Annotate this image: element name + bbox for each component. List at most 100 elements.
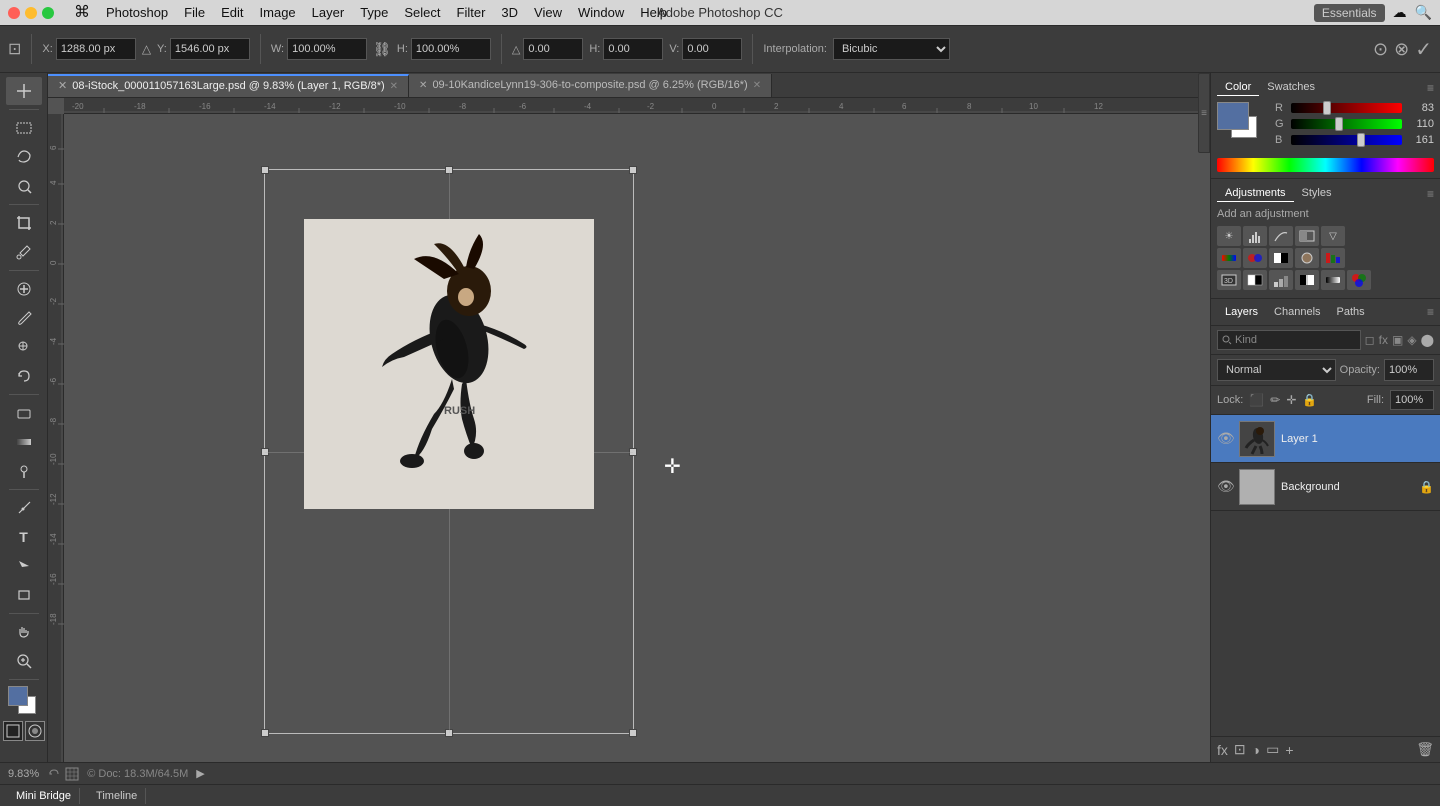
layer-adj-icon[interactable]: ◈ (1407, 333, 1416, 347)
menu-3d[interactable]: 3D (493, 0, 526, 25)
adj-collorlookup[interactable]: 3D (1217, 270, 1241, 290)
y-input[interactable] (170, 38, 250, 60)
adj-curves[interactable] (1269, 226, 1293, 246)
layer-fx-icon[interactable]: fx (1379, 333, 1388, 347)
zoom-tool[interactable] (6, 647, 42, 675)
g-slider-thumb[interactable] (1335, 117, 1343, 131)
adj-exposure[interactable] (1295, 226, 1319, 246)
tab-adjustments[interactable]: Adjustments (1217, 185, 1294, 202)
quickmask-mode[interactable] (25, 721, 45, 741)
play-button[interactable]: ▶ (196, 767, 204, 780)
move-tool[interactable] (6, 77, 42, 105)
panel-collapse-handle[interactable]: ≡ (1198, 73, 1210, 153)
adj-vibrance[interactable]: ▽ (1321, 226, 1345, 246)
dodge-tool[interactable] (6, 457, 42, 485)
menu-photoshop[interactable]: Photoshop (98, 0, 176, 25)
h-input[interactable] (411, 38, 491, 60)
gradient-tool[interactable] (6, 428, 42, 456)
standard-mode[interactable] (3, 721, 23, 741)
pen-tool[interactable] (6, 494, 42, 522)
adj-invert[interactable] (1243, 270, 1267, 290)
adj-threshold[interactable] (1295, 270, 1319, 290)
handle-bl[interactable] (261, 729, 269, 737)
minimize-button[interactable] (25, 7, 37, 19)
w-input[interactable] (287, 38, 367, 60)
menu-type[interactable]: Type (352, 0, 396, 25)
layer1-visibility-icon[interactable]: 👁 (1217, 430, 1233, 447)
commit-transform-icon[interactable]: ✓ (1415, 37, 1432, 62)
new-group-button[interactable]: ▭ (1266, 741, 1279, 758)
foreground-color[interactable] (8, 686, 28, 706)
tab-color[interactable]: Color (1217, 79, 1259, 96)
tab-styles[interactable]: Styles (1294, 185, 1340, 202)
tab-mini-bridge[interactable]: Mini Bridge (8, 788, 80, 804)
layer-item-layer1[interactable]: 👁 Layer 1 (1211, 415, 1440, 463)
maximize-button[interactable] (42, 7, 54, 19)
skewv-input[interactable] (682, 38, 742, 60)
spectrum-bar[interactable] (1217, 158, 1434, 172)
menu-edit[interactable]: Edit (213, 0, 251, 25)
menu-window[interactable]: Window (570, 0, 632, 25)
apple-menu[interactable]: ⌘ (66, 0, 98, 25)
link-icon[interactable]: ⛓ (373, 41, 391, 58)
layer-mask-icon[interactable]: ▣ (1392, 333, 1403, 347)
lock-all-icon[interactable]: 🔒 (1302, 393, 1317, 407)
tab-channels[interactable]: Channels (1266, 303, 1328, 321)
tab-layers[interactable]: Layers (1217, 303, 1266, 321)
b-slider-thumb[interactable] (1357, 133, 1365, 147)
tab-2[interactable]: ✕ 09-10KandiceLynn19-306-to-composite.ps… (409, 74, 772, 97)
window-controls[interactable] (8, 7, 54, 19)
menu-file[interactable]: File (176, 0, 213, 25)
eraser-tool[interactable] (6, 399, 42, 427)
layer-item-background[interactable]: 👁 Background 🔒 (1211, 463, 1440, 511)
history-brush-tool[interactable] (6, 362, 42, 390)
crop-tool[interactable] (6, 209, 42, 237)
quick-select-tool[interactable] (6, 172, 42, 200)
rotation-input[interactable] (523, 38, 583, 60)
layers-panel-options-icon[interactable]: ≡ (1427, 305, 1434, 319)
lock-position-icon[interactable]: ✛ (1286, 393, 1296, 407)
marquee-tool[interactable] (6, 114, 42, 142)
brush-tool[interactable] (6, 304, 42, 332)
canvas-area[interactable]: ✕ 08-iStock_000011057163Large.psd @ 9.83… (48, 73, 1210, 762)
text-tool[interactable]: T (6, 523, 42, 551)
menu-image[interactable]: Image (252, 0, 304, 25)
blend-mode-select[interactable]: Normal Multiply Screen Overlay (1217, 359, 1336, 381)
menu-layer[interactable]: Layer (304, 0, 353, 25)
tab-1[interactable]: ✕ 08-iStock_000011057163Large.psd @ 9.83… (48, 74, 409, 97)
lasso-tool[interactable] (6, 143, 42, 171)
lock-transparent-icon[interactable]: ⬛ (1249, 393, 1264, 407)
menu-filter[interactable]: Filter (449, 0, 494, 25)
adj-layer-button[interactable]: ◑ (1252, 742, 1260, 758)
cancel-transform-icon[interactable]: ⊗ (1394, 39, 1409, 60)
adj-hsl[interactable] (1217, 248, 1241, 268)
eyedropper-tool[interactable] (6, 238, 42, 266)
delete-layer-button[interactable]: 🗑 (1416, 741, 1434, 758)
adj-levels[interactable] (1243, 226, 1267, 246)
canvas-viewport[interactable]: RUSH ✛ (64, 114, 1210, 762)
adj-photofilter[interactable] (1295, 248, 1319, 268)
layer-search[interactable]: Kind (1217, 330, 1361, 350)
search-icon[interactable]: 🔍 (1415, 4, 1432, 21)
r-slider-thumb[interactable] (1323, 101, 1331, 115)
adj-panel-options-icon[interactable]: ≡ (1427, 187, 1434, 201)
x-input[interactable] (56, 38, 136, 60)
menu-view[interactable]: View (526, 0, 570, 25)
add-mask-button[interactable]: ⊡ (1234, 741, 1246, 758)
handle-tl[interactable] (261, 166, 269, 174)
handle-tr[interactable] (629, 166, 637, 174)
adj-gradientmap[interactable] (1321, 270, 1345, 290)
tab-close-2[interactable]: ✕ (753, 74, 761, 97)
layer-type-icon[interactable]: ◻ (1365, 333, 1375, 347)
handle-br[interactable] (629, 729, 637, 737)
skewh-input[interactable] (603, 38, 663, 60)
adj-posterize[interactable] (1269, 270, 1293, 290)
essentials-label[interactable]: Essentials (1314, 4, 1385, 22)
warp-icon[interactable]: ⊙ (1373, 39, 1388, 60)
tab-paths[interactable]: Paths (1329, 303, 1373, 321)
tab-timeline[interactable]: Timeline (88, 788, 146, 804)
layer-color-icon[interactable]: ⬤ (1421, 333, 1434, 347)
healing-tool[interactable] (6, 275, 42, 303)
panel-options-icon[interactable]: ≡ (1427, 81, 1434, 95)
clone-tool[interactable] (6, 333, 42, 361)
